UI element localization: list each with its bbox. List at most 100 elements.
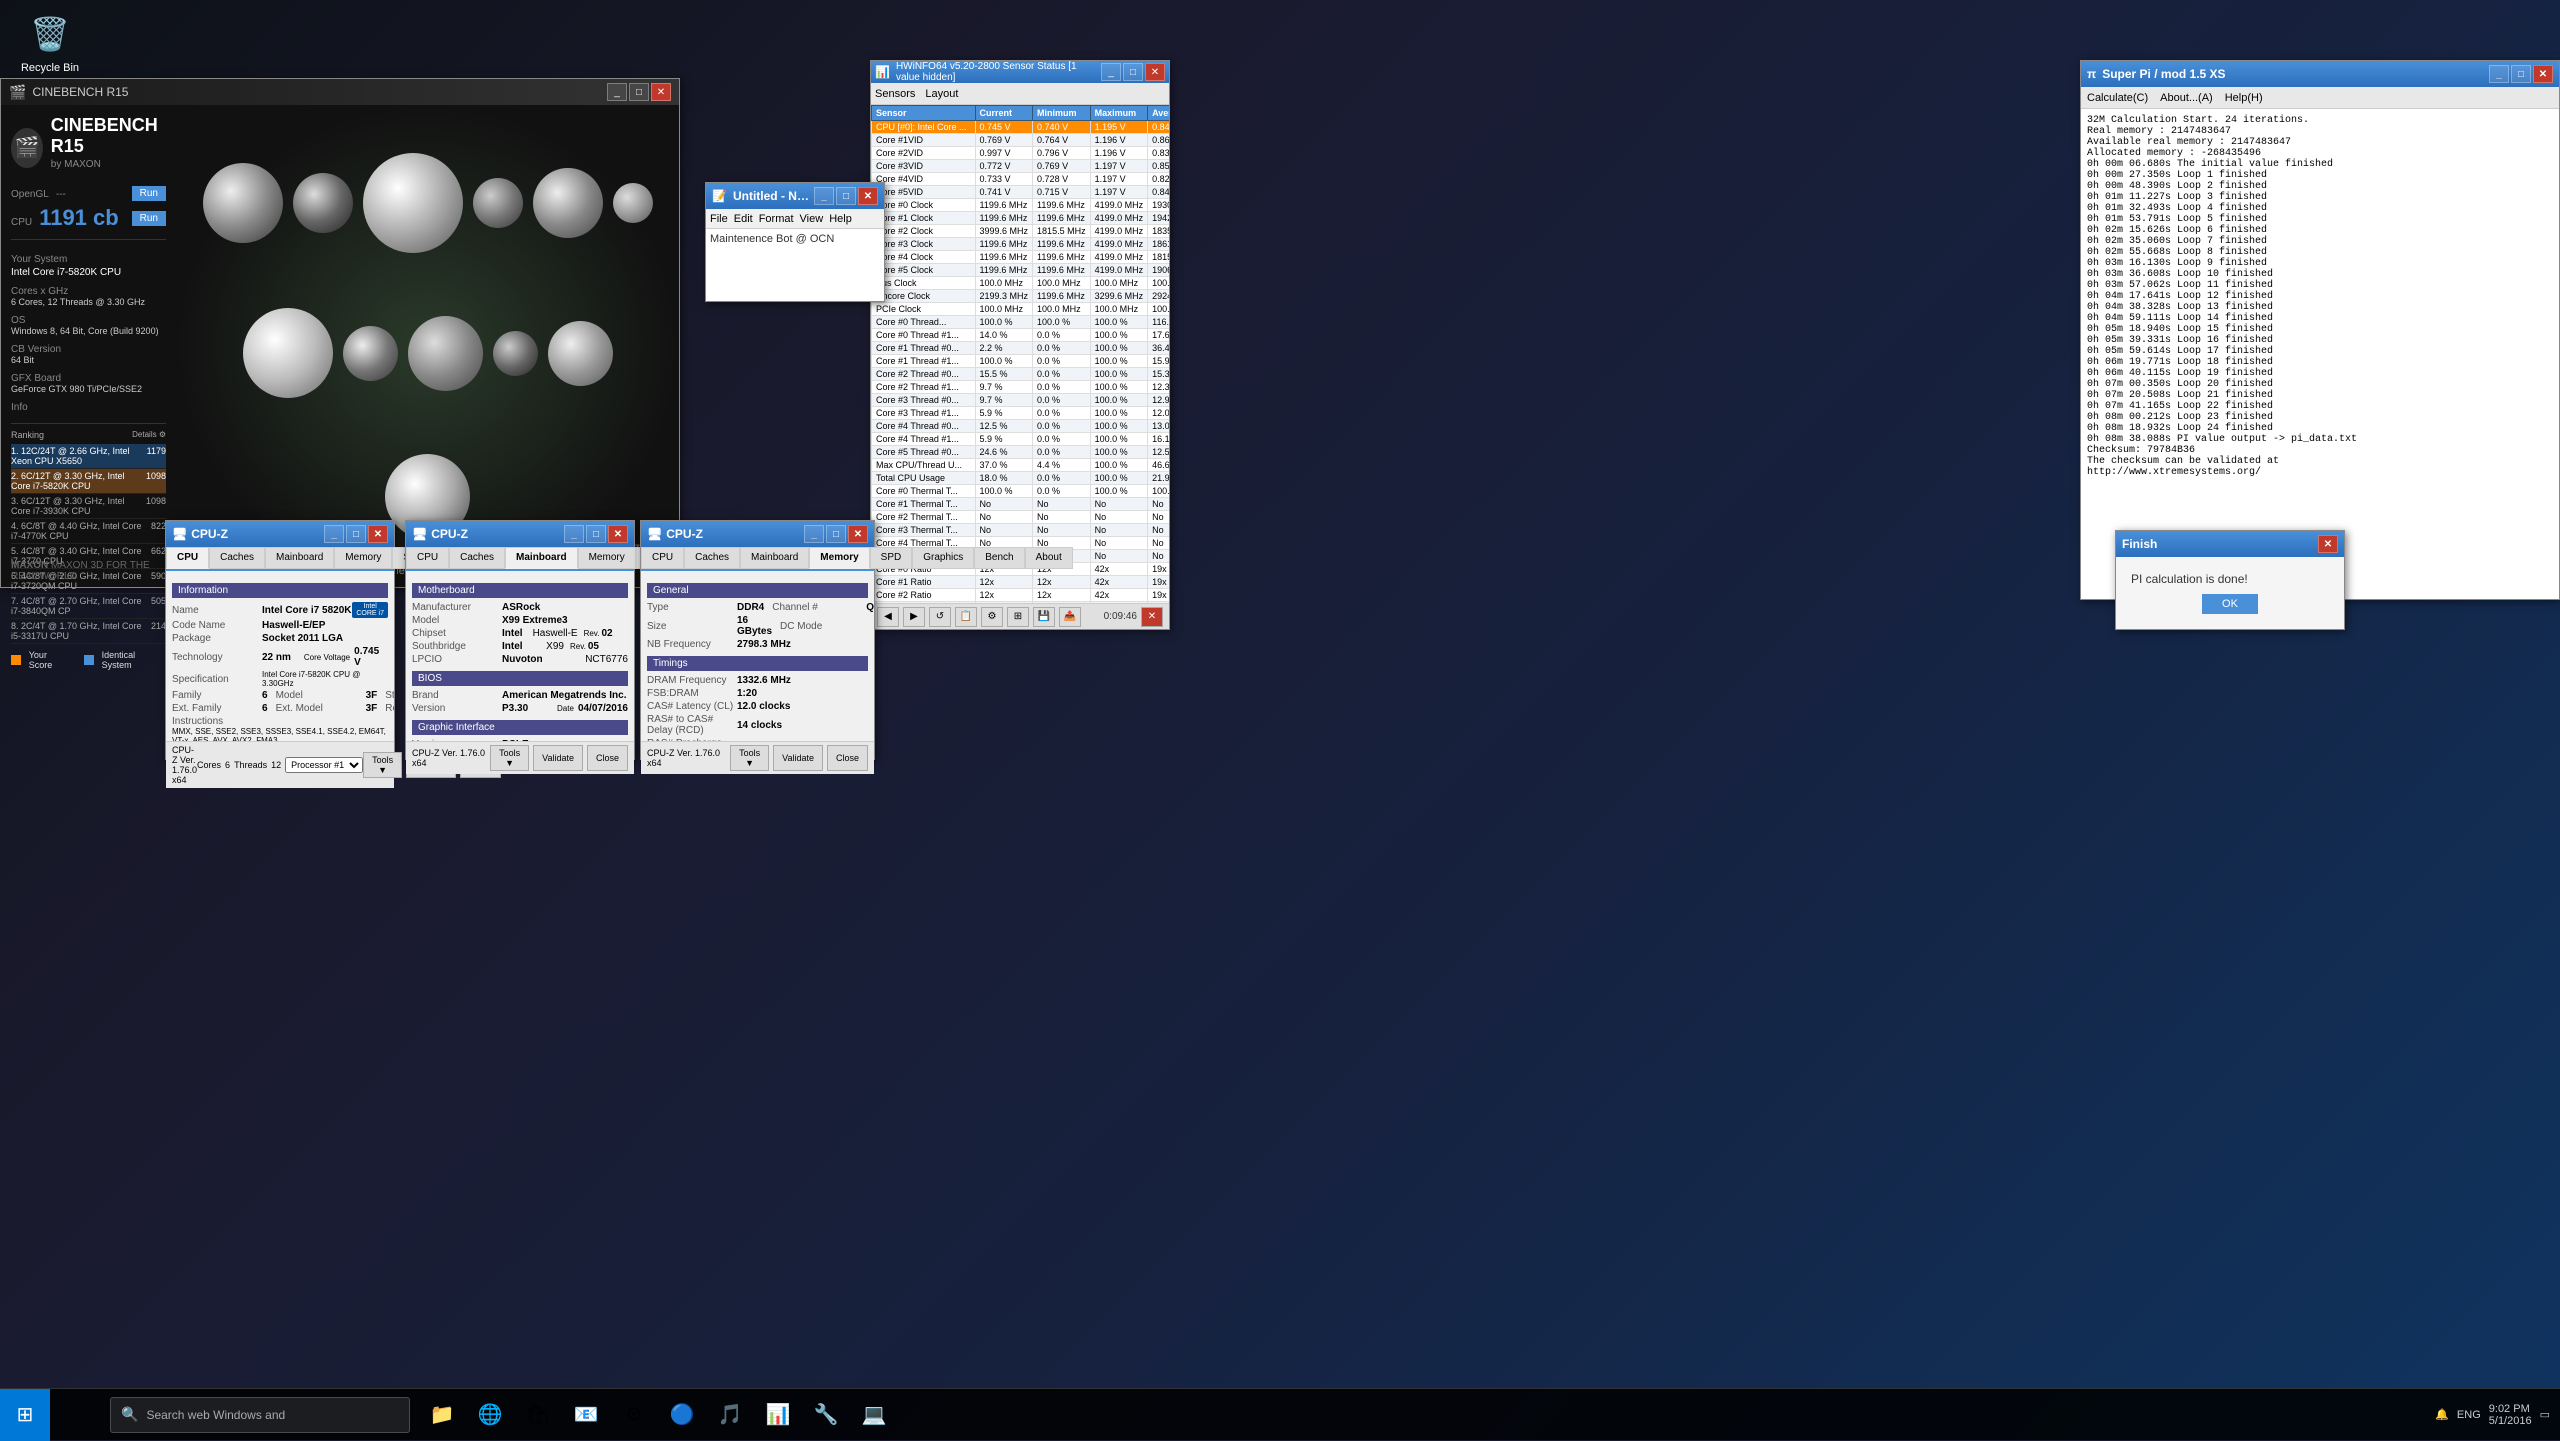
hwinfo-cell-avg: 1861.3 MHz (1148, 238, 1169, 251)
superpi-menu-help[interactable]: Help(H) (2225, 92, 2263, 104)
hwinfo-save-btn[interactable]: 💾 (1033, 607, 1055, 627)
notepad-menu-help[interactable]: Help (829, 213, 852, 225)
taskbar-icon-app1[interactable]: 📊 (756, 1393, 800, 1437)
notepad-minimize-btn[interactable]: _ (814, 187, 834, 205)
cinebench-close-btn[interactable]: ✕ (651, 83, 671, 101)
cpuz3-tab-about[interactable]: About (1025, 547, 1073, 569)
ranking-title: Ranking (11, 430, 44, 440)
notepad-menu-file[interactable]: File (710, 213, 728, 225)
cpuz2-close-btn[interactable]: ✕ (608, 525, 628, 543)
notepad-maximize-btn[interactable]: □ (836, 187, 856, 205)
taskbar-icon-settings[interactable]: ⚙ (612, 1393, 656, 1437)
hwinfo-cell-min: 4.4 % (1033, 459, 1091, 472)
taskbar-icon-media[interactable]: 🎵 (708, 1393, 752, 1437)
hwinfo-cell-avg: 12.3 % (1148, 381, 1169, 394)
hwinfo-table-row: Core #5VID0.741 V0.715 V1.197 V0.841 V (872, 186, 1170, 199)
cpuz3-tab-spd[interactable]: SPD (870, 547, 913, 569)
hwinfo-minimize-btn[interactable]: _ (1101, 63, 1121, 81)
hwinfo-close-btn[interactable]: ✕ (1145, 63, 1165, 81)
hwinfo-export-btn[interactable]: 📤 (1059, 607, 1081, 627)
taskbar-icon-edge[interactable]: 🌐 (468, 1393, 512, 1437)
cpuz1-close-btn[interactable]: ✕ (368, 525, 388, 543)
cpuz3-maximize-btn[interactable]: □ (826, 525, 846, 543)
superpi-minimize-btn[interactable]: _ (2489, 65, 2509, 83)
hwinfo-config-btn[interactable]: ⚙ (981, 607, 1003, 627)
taskbar-icon-store[interactable]: 🛍 (516, 1393, 560, 1437)
cpuz1-minimize-btn[interactable]: _ (324, 525, 344, 543)
cpuz2-minimize-btn[interactable]: _ (564, 525, 584, 543)
notepad-close-btn[interactable]: ✕ (858, 187, 878, 205)
hwinfo-cell-avg: 16.1 % (1148, 433, 1169, 446)
cpuz3-close-btn[interactable]: ✕ (848, 525, 868, 543)
taskbar-icon-mail[interactable]: 📧 (564, 1393, 608, 1437)
cinebench-minimize-btn[interactable]: _ (607, 83, 627, 101)
hwinfo-cell-max: 1.197 V (1090, 186, 1148, 199)
notepad-text-area[interactable]: Maintenence Bot @ OCN (706, 229, 884, 301)
hwinfo-titlebar: 📊 HWiNFO64 v5.20-2800 Sensor Status [1 v… (871, 61, 1169, 83)
hwinfo-cell-max: 100.0 MHz (1090, 303, 1148, 316)
cpuz2-tab-memory[interactable]: Memory (578, 547, 636, 569)
hwinfo-menu-sensors[interactable]: Sensors (875, 88, 915, 100)
taskbar-show-desktop[interactable]: ▭ (2540, 1408, 2550, 1421)
notepad-menu-view[interactable]: View (800, 213, 824, 225)
cpuz1-maximize-btn[interactable]: □ (346, 525, 366, 543)
taskbar-search[interactable]: 🔍 Search web Windows and (110, 1397, 410, 1433)
cpuz2-mb-section: Motherboard (412, 583, 628, 598)
superpi-menu-calculate[interactable]: Calculate(C) (2087, 92, 2148, 104)
opengl-run-btn[interactable]: Run (132, 186, 166, 201)
cpuz1-tab-cpu[interactable]: CPU (166, 547, 209, 569)
hwinfo-stop-btn[interactable]: ✕ (1141, 607, 1163, 627)
ranking-details-btn[interactable]: Details ⚙ (132, 430, 166, 440)
hwinfo-maximize-btn[interactable]: □ (1123, 63, 1143, 81)
cpuz3-close-btn-footer[interactable]: Close (827, 745, 868, 771)
hwinfo-expand-btn[interactable]: ⊞ (1007, 607, 1029, 627)
cpuz3-title: CPU-Z (666, 527, 804, 541)
cpuz3-tools-btn[interactable]: Tools ▼ (730, 745, 769, 771)
cpuz3-tab-cpu[interactable]: CPU (641, 547, 684, 569)
cpuz3-minimize-btn[interactable]: _ (804, 525, 824, 543)
cpuz1-tab-caches[interactable]: Caches (209, 547, 265, 569)
hwinfo-cell-max: 1.196 V (1090, 134, 1148, 147)
cpu-name: Intel Core i7-5820K CPU (11, 267, 166, 278)
taskbar-pinned-icons: 📁 🌐 🛍 📧 ⚙ 🔵 🎵 📊 🔧 💻 (420, 1393, 896, 1437)
hwinfo-copy-btn[interactable]: 📋 (955, 607, 977, 627)
render-ball-10 (493, 331, 538, 376)
taskbar-icon-app3[interactable]: 💻 (852, 1393, 896, 1437)
hwinfo-menu-layout[interactable]: Layout (925, 88, 958, 100)
cpuz3-tab-graphics[interactable]: Graphics (912, 547, 974, 569)
desktop-icon-recycle-bin[interactable]: 🗑️ Recycle Bin (10, 10, 90, 74)
taskbar-icon-chrome[interactable]: 🔵 (660, 1393, 704, 1437)
cpuz1-tools-btn[interactable]: Tools ▼ (363, 752, 402, 778)
cpuz2-tab-mainboard[interactable]: Mainboard (505, 547, 578, 569)
cpuz2-maximize-btn[interactable]: □ (586, 525, 606, 543)
cpu-run-btn[interactable]: Run (132, 211, 166, 226)
taskbar-icon-app2[interactable]: 🔧 (804, 1393, 848, 1437)
notepad-menu-edit[interactable]: Edit (734, 213, 753, 225)
cpuz2-tab-cpu[interactable]: CPU (406, 547, 449, 569)
superpi-menu-about[interactable]: About...(A) (2160, 92, 2213, 104)
hwinfo-reset-btn[interactable]: ↺ (929, 607, 951, 627)
superpi-maximize-btn[interactable]: □ (2511, 65, 2531, 83)
cpuz3-tab-memory[interactable]: Memory (809, 547, 869, 569)
cpuz2-tools-btn[interactable]: Tools ▼ (490, 745, 529, 771)
cpuz1-tab-mainboard[interactable]: Mainboard (265, 547, 334, 569)
cpuz2-validate-btn[interactable]: Validate (533, 745, 583, 771)
start-button[interactable]: ⊞ (0, 1389, 50, 1441)
cpuz3-tab-bench[interactable]: Bench (974, 547, 1024, 569)
cpuz3-validate-btn[interactable]: Validate (773, 745, 823, 771)
cpuz3-tab-caches[interactable]: Caches (684, 547, 740, 569)
cpuz2-sb-label: Southbridge (412, 641, 502, 652)
finish-ok-btn[interactable]: OK (2202, 594, 2258, 614)
cinebench-maximize-btn[interactable]: □ (629, 83, 649, 101)
finish-close-btn[interactable]: ✕ (2318, 535, 2338, 553)
cpuz1-tab-memory[interactable]: Memory (334, 547, 392, 569)
notepad-menu-format[interactable]: Format (759, 213, 794, 225)
hwinfo-prev-btn[interactable]: ◀ (877, 607, 899, 627)
taskbar-icon-explorer[interactable]: 📁 (420, 1393, 464, 1437)
cpuz1-selection-dropdown[interactable]: Processor #1 (285, 757, 363, 773)
superpi-close-btn[interactable]: ✕ (2533, 65, 2553, 83)
cpuz2-tab-caches[interactable]: Caches (449, 547, 505, 569)
cpuz3-tab-mainboard[interactable]: Mainboard (740, 547, 809, 569)
cpuz2-close-btn-footer[interactable]: Close (587, 745, 628, 771)
hwinfo-next-btn[interactable]: ▶ (903, 607, 925, 627)
